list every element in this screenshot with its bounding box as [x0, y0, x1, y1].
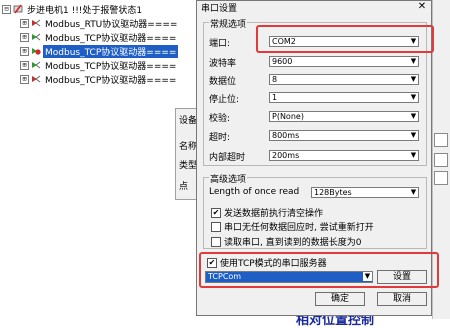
timeout-label: 超时:	[209, 133, 231, 143]
collapse-icon[interactable]: ⊟	[2, 4, 11, 14]
stop-bits-value: 1	[272, 93, 278, 102]
port-highlight-frame	[256, 25, 434, 53]
bg-title-fragment: 设备	[179, 116, 198, 126]
checkbox-label: 读取串口, 直到读到的数据长度为0	[224, 238, 362, 248]
data-bits-select[interactable]: 8 ▼	[269, 74, 419, 85]
underlying-field[interactable]	[434, 171, 448, 185]
chevron-down-icon[interactable]: ▼	[409, 131, 418, 140]
bg-fragment: 点	[179, 182, 189, 192]
parity-value: P(None)	[272, 112, 304, 121]
clear-before-send-checkbox[interactable]: ✔ 发送数据前执行清空操作	[211, 206, 323, 219]
chevron-down-icon[interactable]: ▼	[409, 93, 418, 102]
baud-rate-select[interactable]: 9600 ▼	[269, 56, 419, 67]
dialog-titlebar[interactable]: 串口设置 ✕	[197, 1, 431, 15]
cancel-button[interactable]: 取消	[377, 292, 427, 306]
chevron-down-icon[interactable]: ▼	[409, 188, 418, 197]
device-tree: ⊟ 步进电机1 !!!处于报警状态1 ⊞ Modbus_RTU协议驱动器====…	[0, 0, 200, 110]
tree-row-modbus-tcp-3[interactable]: ⊞ Modbus_TCP协议驱动器====	[20, 58, 178, 72]
timeout-select[interactable]: 800ms ▼	[269, 130, 419, 141]
expand-icon[interactable]: ⊞	[20, 32, 29, 42]
bg-label-name: 名称	[179, 142, 198, 152]
tree-label: Modbus_TCP协议驱动器====	[45, 33, 177, 44]
checkbox-checked-icon[interactable]: ✔	[211, 207, 221, 218]
driver-ok-icon	[32, 33, 41, 41]
expand-icon[interactable]: ⊞	[20, 60, 29, 70]
tree-label: 步进电机1 !!!处于报警状态1	[27, 5, 143, 16]
chevron-down-icon[interactable]: ▼	[409, 75, 418, 84]
internal-timeout-label: 内部超时	[209, 153, 246, 163]
tree-label: Modbus_TCP协议驱动器====	[45, 75, 177, 86]
read-length-value: 128Bytes	[314, 188, 352, 197]
checkbox-label: 串口无任何数据回应时, 尝试重新打开	[224, 223, 374, 233]
tree-row-modbus-tcp-1[interactable]: ⊞ Modbus_TCP协议驱动器====	[20, 30, 178, 44]
tree-row-modbus-tcp-selected[interactable]: ⊞ Modbus_TCP协议驱动器====	[20, 44, 179, 58]
tree-row-stepper[interactable]: ⊟ 步进电机1 !!!处于报警状态1	[2, 2, 144, 16]
tree-label: Modbus_TCP协议驱动器====	[43, 44, 179, 58]
chevron-down-icon[interactable]: ▼	[409, 57, 418, 66]
driver-warning-icon	[32, 48, 41, 55]
checkbox-unchecked-icon[interactable]	[211, 236, 221, 247]
read-length-label: Length of once read	[209, 187, 300, 197]
close-icon[interactable]: ✕	[413, 1, 431, 13]
underlying-field[interactable]	[434, 133, 448, 147]
read-until-empty-checkbox[interactable]: 读取串口, 直到读到的数据长度为0	[211, 235, 361, 248]
internal-timeout-value: 200ms	[272, 151, 300, 160]
data-bits-value: 8	[272, 75, 278, 84]
tcp-highlight-frame	[199, 252, 439, 288]
dialog-title: 串口设置	[201, 4, 238, 14]
driver-error-icon	[32, 75, 41, 83]
underlying-field[interactable]	[434, 153, 448, 167]
warning-device-icon	[13, 4, 23, 14]
expand-icon[interactable]: ⊞	[20, 18, 29, 28]
checkbox-label: 发送数据前执行清空操作	[224, 209, 324, 219]
driver-ok-icon	[32, 61, 41, 69]
reopen-on-no-response-checkbox[interactable]: 串口无任何数据回应时, 尝试重新打开	[211, 220, 374, 233]
tree-label: Modbus_RTU协议驱动器====	[45, 19, 178, 30]
bg-label-type: 类型	[179, 161, 198, 171]
timeout-value: 800ms	[272, 131, 300, 140]
data-bits-label: 数据位	[209, 77, 237, 87]
stop-bits-select[interactable]: 1 ▼	[269, 92, 419, 103]
tree-row-modbus-rtu[interactable]: ⊞ Modbus_RTU协议驱动器====	[20, 16, 179, 30]
port-label: 端口:	[209, 39, 231, 49]
driver-error-icon	[32, 19, 41, 27]
parity-label: 校验:	[209, 114, 231, 124]
expand-icon[interactable]: ⊞	[20, 74, 29, 84]
tree-row-modbus-tcp-4[interactable]: ⊞ Modbus_TCP协议驱动器====	[20, 72, 178, 86]
ok-button[interactable]: 确定	[315, 292, 365, 306]
advanced-options-title: 高级选项	[209, 172, 248, 185]
common-options-title: 常规选项	[209, 17, 248, 30]
parity-select[interactable]: P(None) ▼	[269, 111, 419, 122]
checkbox-unchecked-icon[interactable]	[211, 221, 221, 232]
read-length-select[interactable]: 128Bytes ▼	[311, 187, 419, 198]
internal-timeout-select[interactable]: 200ms ▼	[269, 150, 419, 161]
baud-rate-value: 9600	[272, 57, 293, 66]
expand-icon[interactable]: ⊞	[20, 46, 29, 56]
baud-rate-label: 波特率	[209, 59, 237, 69]
chevron-down-icon[interactable]: ▼	[409, 112, 418, 121]
chevron-down-icon[interactable]: ▼	[409, 151, 418, 160]
tree-label: Modbus_TCP协议驱动器====	[45, 61, 177, 72]
stop-bits-label: 停止位:	[209, 95, 240, 105]
